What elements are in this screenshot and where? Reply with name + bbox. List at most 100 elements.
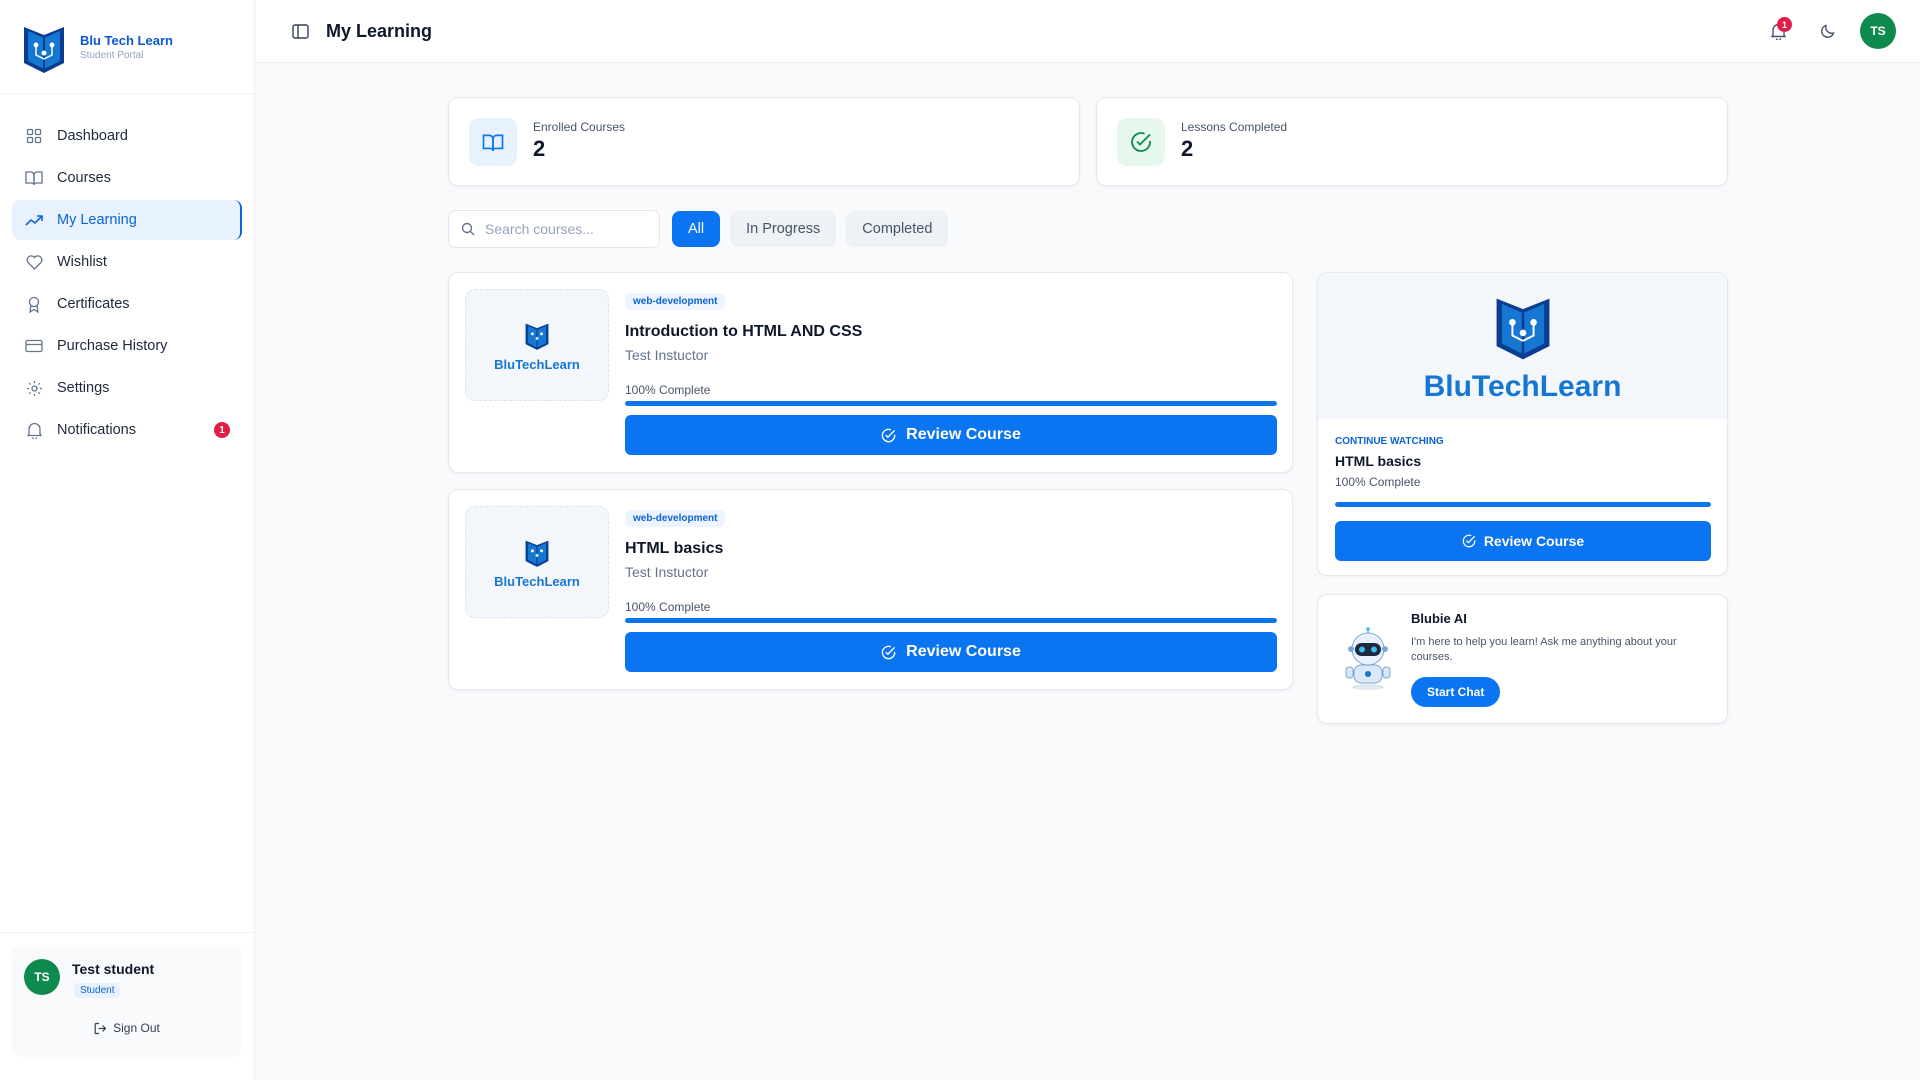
user-card: TS Test student Student Sign Out	[12, 945, 242, 1057]
theme-toggle-button[interactable]	[1810, 13, 1846, 49]
brand-logo-icon	[1496, 298, 1549, 360]
bell-icon	[25, 421, 43, 439]
progress-bar	[625, 401, 1277, 406]
sidebar-item-my-learning[interactable]: My Learning	[12, 200, 242, 240]
grid-icon	[25, 127, 43, 145]
progress-fill	[625, 618, 1277, 623]
stat-card-lessons: Lessons Completed 2	[1096, 97, 1728, 186]
sidebar-item-dashboard[interactable]: Dashboard	[12, 116, 242, 156]
avatar: TS	[1860, 13, 1896, 49]
sidebar-item-wishlist[interactable]: Wishlist	[12, 242, 242, 282]
stat-label: Lessons Completed	[1181, 120, 1288, 134]
sidebar: Blu Tech Learn Student Portal Dashboard …	[0, 0, 255, 1080]
progress-fill	[1335, 502, 1711, 507]
course-filters: All In Progress Completed	[448, 210, 949, 248]
sidebar-item-label: Settings	[57, 380, 110, 396]
progress-fill	[625, 401, 1277, 406]
continue-watching-banner[interactable]: BluTechLearn	[1318, 273, 1727, 419]
thumbnail-text: BluTechLearn	[494, 356, 580, 372]
search-input[interactable]	[485, 221, 645, 237]
award-icon	[25, 295, 43, 313]
sidebar-footer: TS Test student Student Sign Out	[0, 932, 254, 1080]
course-thumbnail[interactable]: BluTechLearn	[465, 506, 609, 618]
stat-value: 2	[1181, 136, 1194, 161]
brand-logo-icon	[525, 540, 549, 567]
course-instructor: Test Instuctor	[625, 564, 709, 580]
gear-icon	[25, 379, 43, 397]
book-open-icon	[469, 118, 517, 166]
progress-text: 100% Complete	[1335, 475, 1421, 489]
progress-text: 100% Complete	[625, 600, 711, 614]
review-course-button[interactable]: Review Course	[625, 632, 1277, 672]
credit-card-icon	[25, 337, 43, 355]
course-card: BluTechLearn web-development HTML basics…	[448, 489, 1293, 690]
stat-value: 2	[533, 136, 546, 161]
sidebar-item-label: Notifications	[57, 422, 136, 438]
stat-label: Enrolled Courses	[533, 120, 626, 134]
check-circle-icon	[881, 645, 896, 660]
brand[interactable]: Blu Tech Learn Student Portal	[0, 0, 254, 94]
sidebar-item-courses[interactable]: Courses	[12, 158, 242, 198]
header-actions: 1 TS	[1746, 13, 1896, 49]
trending-up-icon	[25, 211, 43, 229]
notification-count-badge: 1	[1777, 17, 1792, 32]
category-tag: web-development	[625, 293, 726, 310]
banner-text: BluTechLearn	[1423, 370, 1622, 403]
course-title[interactable]: Introduction to HTML AND CSS	[625, 323, 862, 341]
sidebar-item-label: Purchase History	[57, 338, 168, 354]
continue-watching-label: CONTINUE WATCHING	[1335, 436, 1444, 447]
start-chat-button[interactable]: Start Chat	[1411, 677, 1501, 707]
continue-watching-card: BluTechLearn CONTINUE WATCHING HTML basi…	[1317, 272, 1728, 576]
sidebar-item-certificates[interactable]: Certificates	[12, 284, 242, 324]
review-course-button[interactable]: Review Course	[625, 415, 1277, 455]
sidebar-item-label: Courses	[57, 170, 111, 186]
progress-bar	[1335, 502, 1711, 507]
button-label: Review Course	[906, 426, 1021, 443]
notification-count-badge: 1	[214, 422, 230, 438]
course-thumbnail[interactable]: BluTechLearn	[465, 289, 609, 401]
button-label: Review Course	[1483, 533, 1585, 549]
log-out-icon	[94, 1022, 107, 1035]
sidebar-item-notifications[interactable]: Notifications 1	[12, 410, 242, 450]
avatar: TS	[24, 959, 60, 995]
sidebar-item-label: Certificates	[57, 296, 130, 312]
search-icon	[461, 222, 475, 236]
brand-subtitle: Student Portal	[80, 49, 144, 61]
filter-tab-all[interactable]: All	[672, 211, 721, 247]
sidebar-item-purchase-history[interactable]: Purchase History	[12, 326, 242, 366]
continue-watching-title: HTML basics	[1335, 453, 1422, 469]
sidebar-item-label: My Learning	[57, 212, 137, 228]
robot-mascot-icon	[1345, 627, 1391, 690]
sidebar-item-label: Wishlist	[57, 254, 107, 270]
page-title: My Learning	[326, 20, 433, 41]
sidebar-toggle-icon	[291, 23, 309, 39]
course-title[interactable]: HTML basics	[625, 540, 723, 558]
brand-logo-icon	[525, 323, 549, 350]
button-label: Review Course	[906, 643, 1021, 660]
sign-out-button[interactable]: Sign Out	[12, 1021, 242, 1035]
ai-assistant-card: Blubie AI I'm here to help you learn! As…	[1317, 594, 1728, 724]
search-box	[448, 210, 660, 248]
sidebar-item-label: Dashboard	[57, 128, 128, 144]
review-course-button[interactable]: Review Course	[1335, 521, 1711, 561]
category-tag: web-development	[625, 510, 726, 527]
notifications-button[interactable]: 1	[1760, 13, 1796, 49]
moon-icon	[1820, 23, 1836, 39]
filter-tab-in-progress[interactable]: In Progress	[730, 211, 837, 247]
sidebar-item-settings[interactable]: Settings	[12, 368, 242, 408]
course-card: BluTechLearn web-development Introductio…	[448, 272, 1293, 473]
check-circle-icon	[1117, 118, 1165, 166]
sidebar-toggle-button[interactable]	[290, 21, 310, 41]
heart-icon	[25, 253, 43, 271]
check-circle-icon	[881, 428, 896, 443]
user-role-badge: Student	[74, 983, 121, 998]
top-header: My Learning 1 TS	[256, 0, 1920, 63]
ai-description: I'm here to help you learn! Ask me anyth…	[1411, 636, 1677, 663]
book-open-icon	[25, 169, 43, 187]
progress-text: 100% Complete	[625, 383, 711, 397]
user-avatar-button[interactable]: TS	[1860, 13, 1896, 49]
user-name: Test student	[72, 961, 155, 977]
filter-tab-completed[interactable]: Completed	[846, 211, 949, 247]
check-circle-icon	[1462, 534, 1476, 548]
ai-title: Blubie AI	[1411, 611, 1467, 626]
